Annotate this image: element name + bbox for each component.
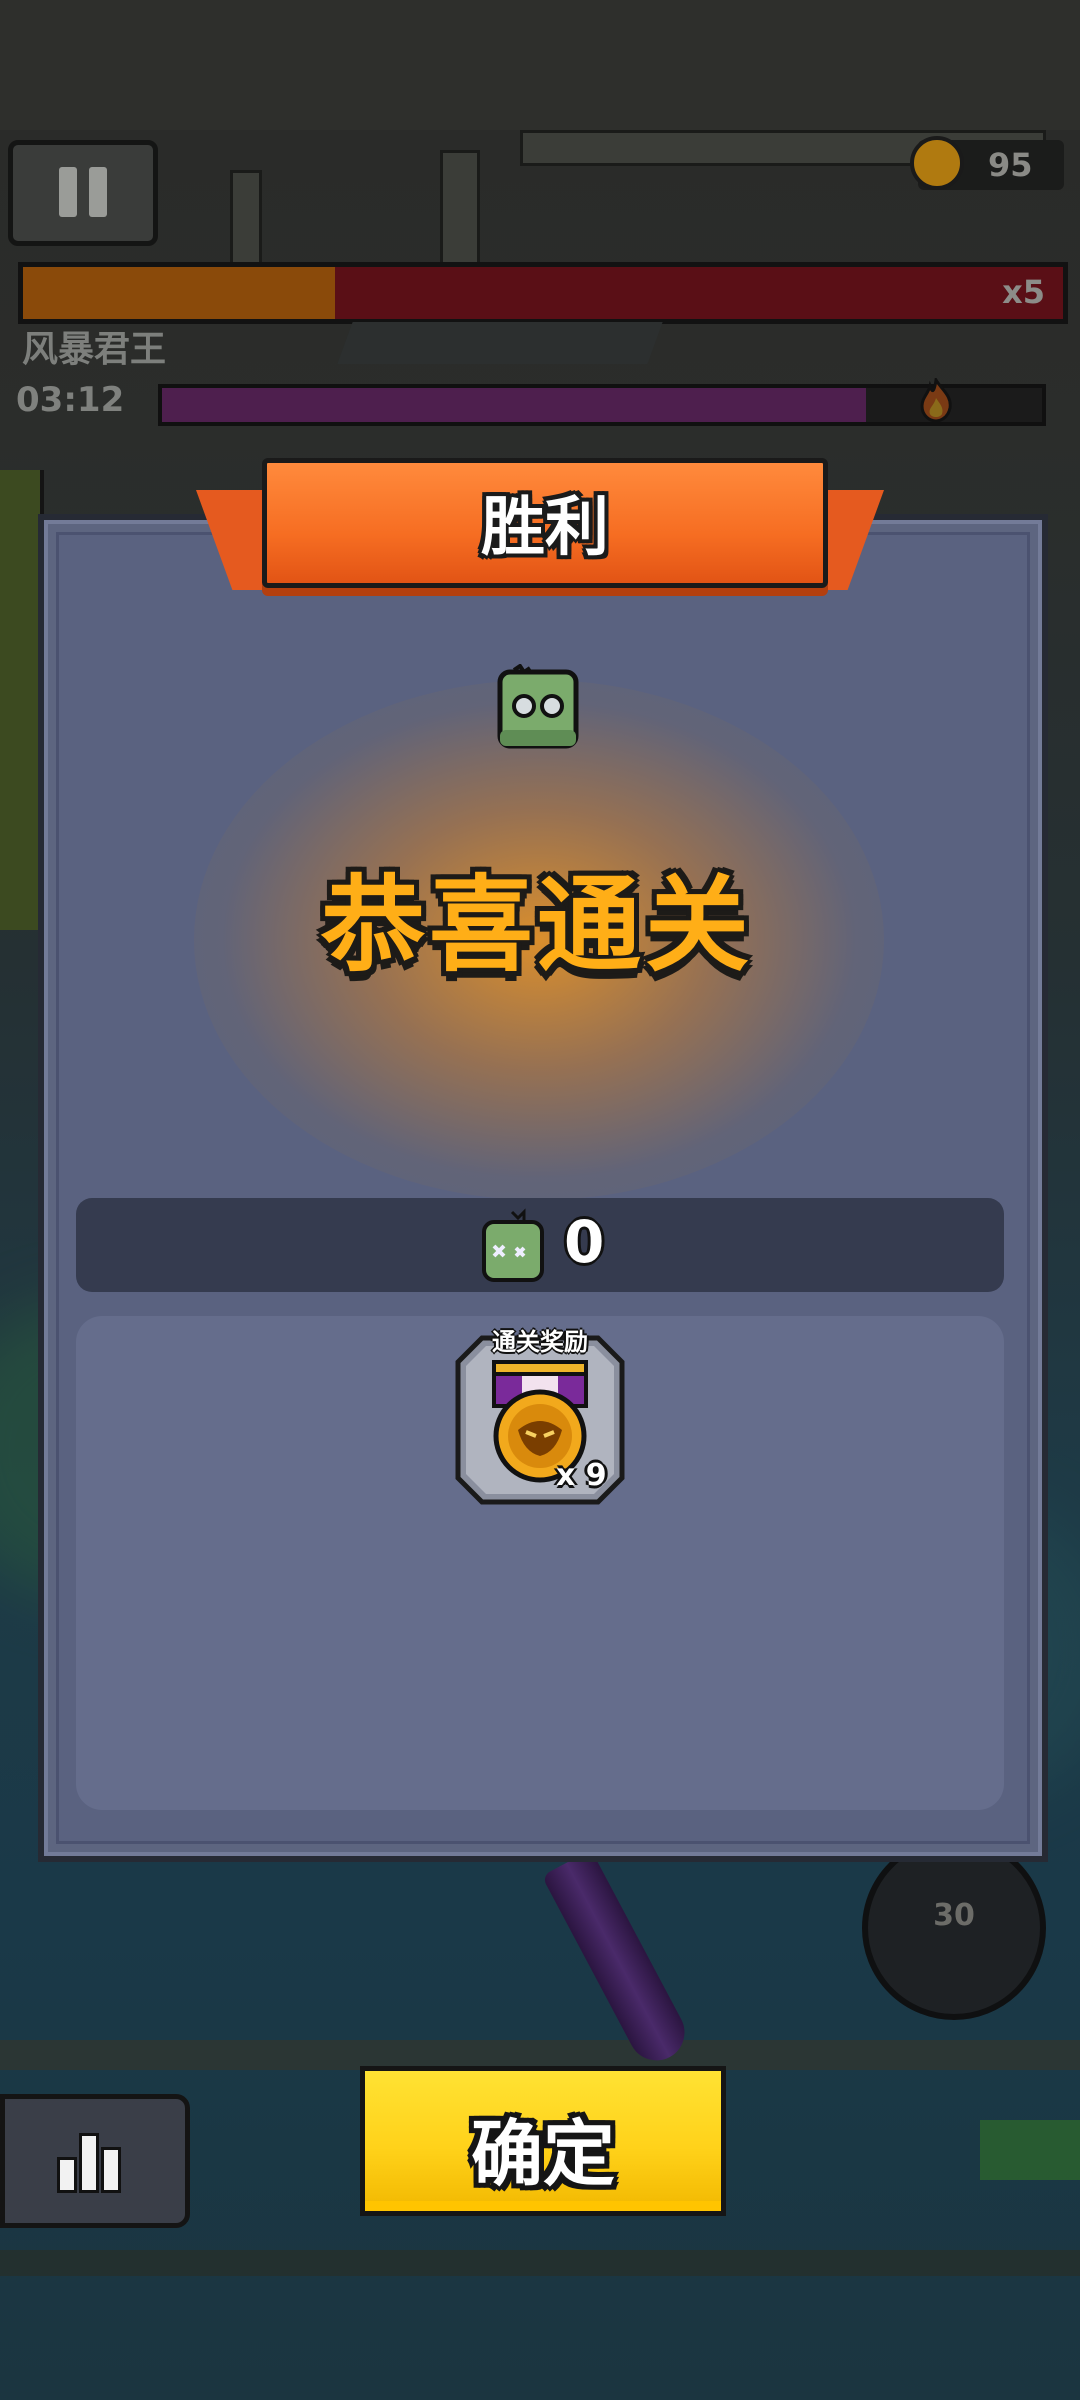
confirm-label: 确定 (470, 2112, 615, 2196)
confirm-button[interactable]: 确定 (360, 2066, 726, 2216)
reward-quantity: x 9 (556, 1458, 607, 1493)
boss-hp-multiplier: x5 (1002, 273, 1045, 311)
stats-button[interactable] (0, 2094, 190, 2228)
kill-count: 0 (564, 1208, 605, 1276)
pause-icon (89, 167, 107, 217)
boss-name: 风暴君王 (22, 329, 167, 370)
pause-icon (59, 167, 77, 217)
scene-rail (0, 2250, 1080, 2276)
bar-chart-icon (57, 2157, 77, 2193)
missile-projectile (541, 1849, 695, 2071)
skill-button[interactable]: 30 (862, 1836, 1046, 2020)
boss-buff-icons (337, 322, 663, 364)
victory-title: 胜利 (481, 491, 609, 565)
battle-timer: 03:12 (16, 380, 125, 420)
scene-ceiling (0, 0, 1080, 130)
scene-pipe (440, 150, 480, 266)
reward-label: 通关奖励 (492, 1328, 588, 1356)
bar-chart-icon (79, 2133, 99, 2193)
scene-pipe (230, 170, 262, 266)
medal-counter: 95 (910, 136, 1064, 190)
time-progress-fill (162, 388, 866, 422)
zombie-head-icon (497, 664, 579, 749)
boss-hp-bar: x5 (18, 262, 1068, 324)
scene-crate (980, 2120, 1080, 2180)
skill-cooldown: 30 (933, 1898, 975, 1933)
zombie-kill-icon (482, 1208, 544, 1282)
bar-chart-icon (101, 2147, 121, 2193)
boss-hp-fill (23, 267, 335, 319)
medal-coin-icon (910, 136, 964, 190)
pause-button[interactable] (8, 140, 158, 246)
medal-count: 95 (988, 146, 1033, 184)
time-progress-bar (158, 384, 1046, 426)
congrats-text: 恭喜通关 (320, 864, 753, 986)
fire-icon (920, 378, 952, 422)
